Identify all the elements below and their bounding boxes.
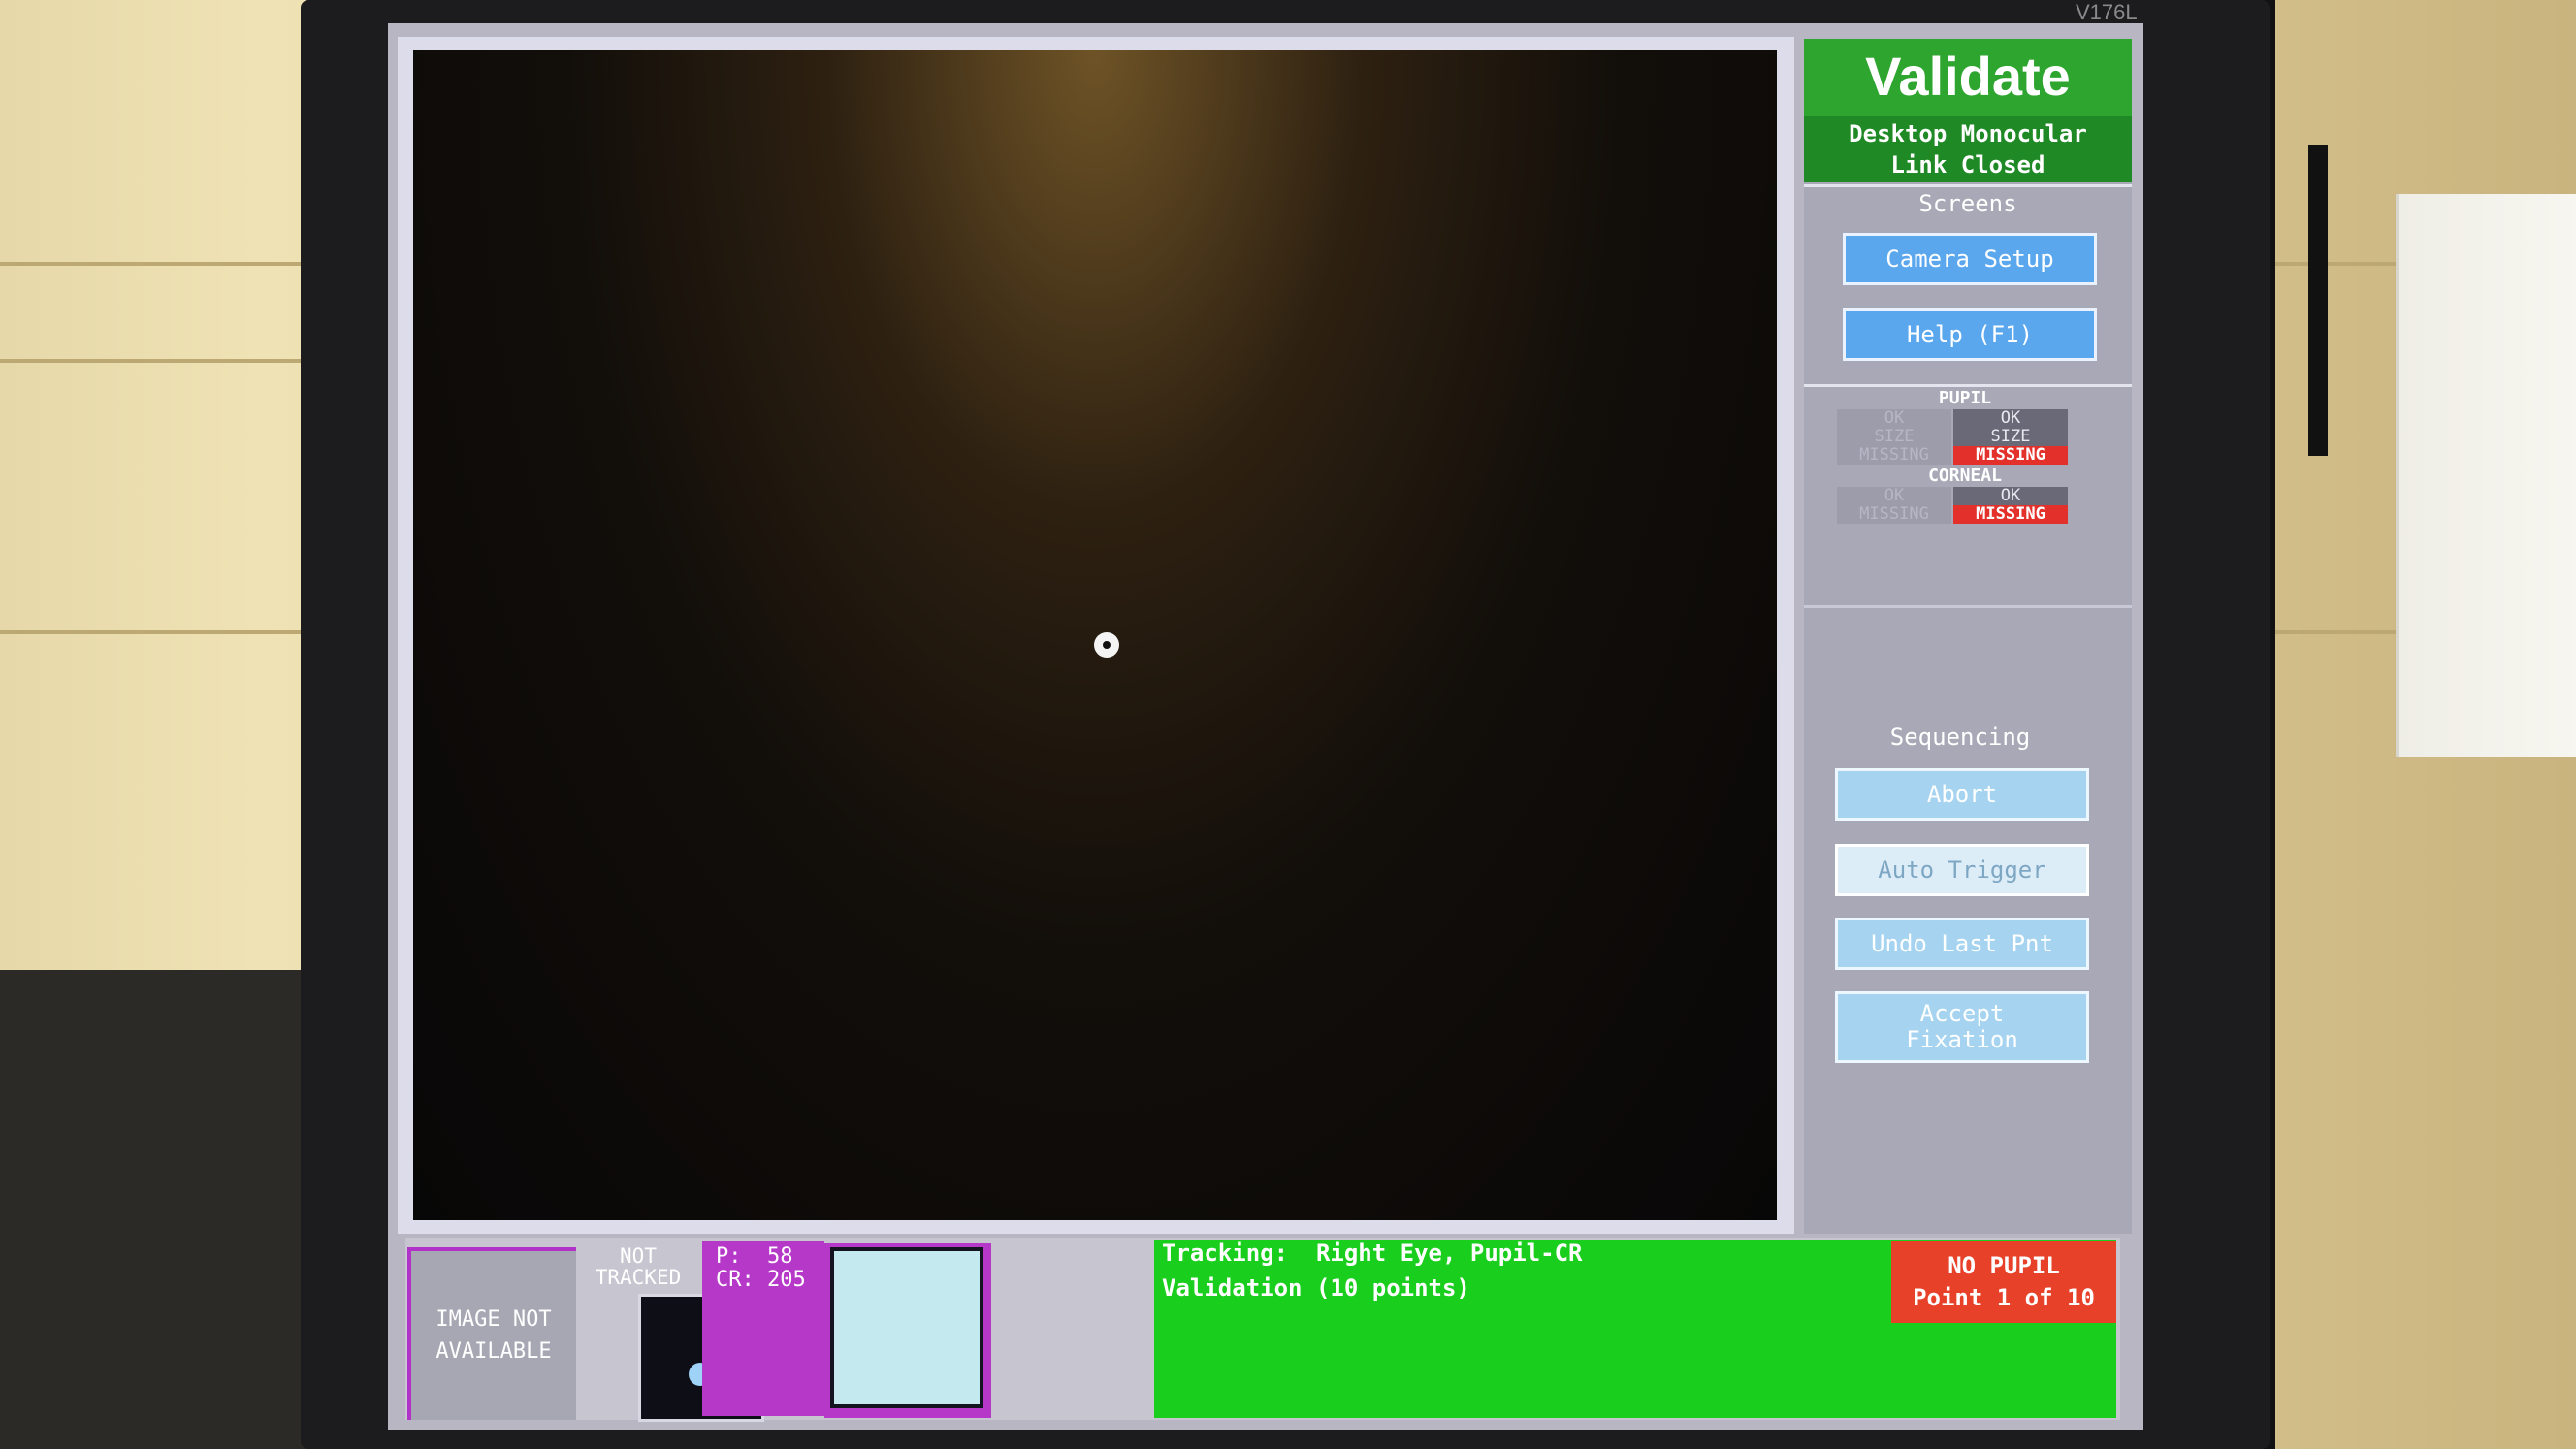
wall-seam (0, 630, 320, 634)
pupil-status-label: PUPIL (1938, 388, 1992, 408)
desk-area (0, 970, 320, 1449)
corneal-right-missing: MISSING (1953, 505, 2068, 524)
validation-target (1094, 632, 1119, 658)
corneal-right-status: OK MISSING (1953, 487, 2068, 524)
cable (2308, 145, 2328, 456)
tracker-mode: Desktop Monocular (1849, 120, 2087, 147)
undo-last-point-button[interactable]: Undo Last Pnt (1835, 918, 2089, 970)
target-center (1103, 641, 1111, 649)
stimulus-display (413, 50, 1777, 1220)
wall-device (2396, 194, 2576, 757)
corneal-left-ok: OK (1884, 486, 1905, 505)
pupil-right-status: OK SIZE MISSING (1953, 409, 2068, 465)
divider (1804, 184, 2132, 187)
validation-info: Validation (10 points) (1162, 1274, 1470, 1302)
corneal-left-status: OK MISSING (1837, 487, 1951, 524)
pupil-right-ok: OK (2000, 408, 2021, 428)
auto-trigger-button[interactable]: Auto Trigger (1835, 844, 2089, 896)
divider (1804, 605, 2132, 608)
sequencing-label: Sequencing (1889, 724, 2031, 751)
pupil-right-size: SIZE (1990, 427, 2031, 446)
image-not-available: IMAGE NOT AVAILABLE (407, 1247, 576, 1420)
pupil-threshold: P: 58 (716, 1244, 793, 1269)
monitor-model-label: V176L (2076, 0, 2138, 24)
tracking-info: Tracking: Right Eye, Pupil-CR (1162, 1240, 1583, 1267)
screens-label: Screens (1918, 190, 2017, 217)
page-title: Validate (1865, 46, 2071, 107)
not-tracked-label: NOT TRACKED (595, 1244, 682, 1289)
pupil-left-ok: OK (1884, 408, 1905, 428)
corneal-status-label: CORNEAL (1928, 466, 2002, 486)
mode-box: Desktop Monocular Link Closed (1804, 116, 2132, 182)
pupil-right-missing: MISSING (1953, 446, 2068, 465)
link-status: Link Closed (1890, 151, 2045, 178)
camera-setup-button[interactable]: Camera Setup (1843, 233, 2097, 285)
point-progress: Point 1 of 10 (1913, 1284, 2095, 1311)
cr-threshold: CR: 205 (716, 1268, 806, 1292)
wall-seam (0, 262, 320, 266)
corneal-left-missing: MISSING (1859, 504, 1929, 524)
alert-badge: NO PUPIL Point 1 of 10 (1891, 1241, 2116, 1323)
abort-button[interactable]: Abort (1835, 768, 2089, 821)
pupil-left-size: SIZE (1874, 427, 1915, 446)
help-button[interactable]: Help (F1) (1843, 308, 2097, 361)
wall-seam (0, 359, 320, 363)
divider (1804, 384, 2132, 387)
camera-image-box (830, 1247, 983, 1408)
corneal-right-ok: OK (2000, 486, 2021, 505)
accept-fixation-button[interactable]: Accept Fixation (1835, 991, 2089, 1063)
pupil-left-status: OK SIZE MISSING (1837, 409, 1951, 465)
control-panel: Validate Desktop Monocular Link Closed S… (1804, 39, 2132, 1234)
threshold-box: P: 58 CR: 205 (702, 1241, 824, 1416)
pupil-left-missing: MISSING (1859, 445, 1929, 465)
no-pupil-alert: NO PUPIL (1948, 1252, 2060, 1279)
